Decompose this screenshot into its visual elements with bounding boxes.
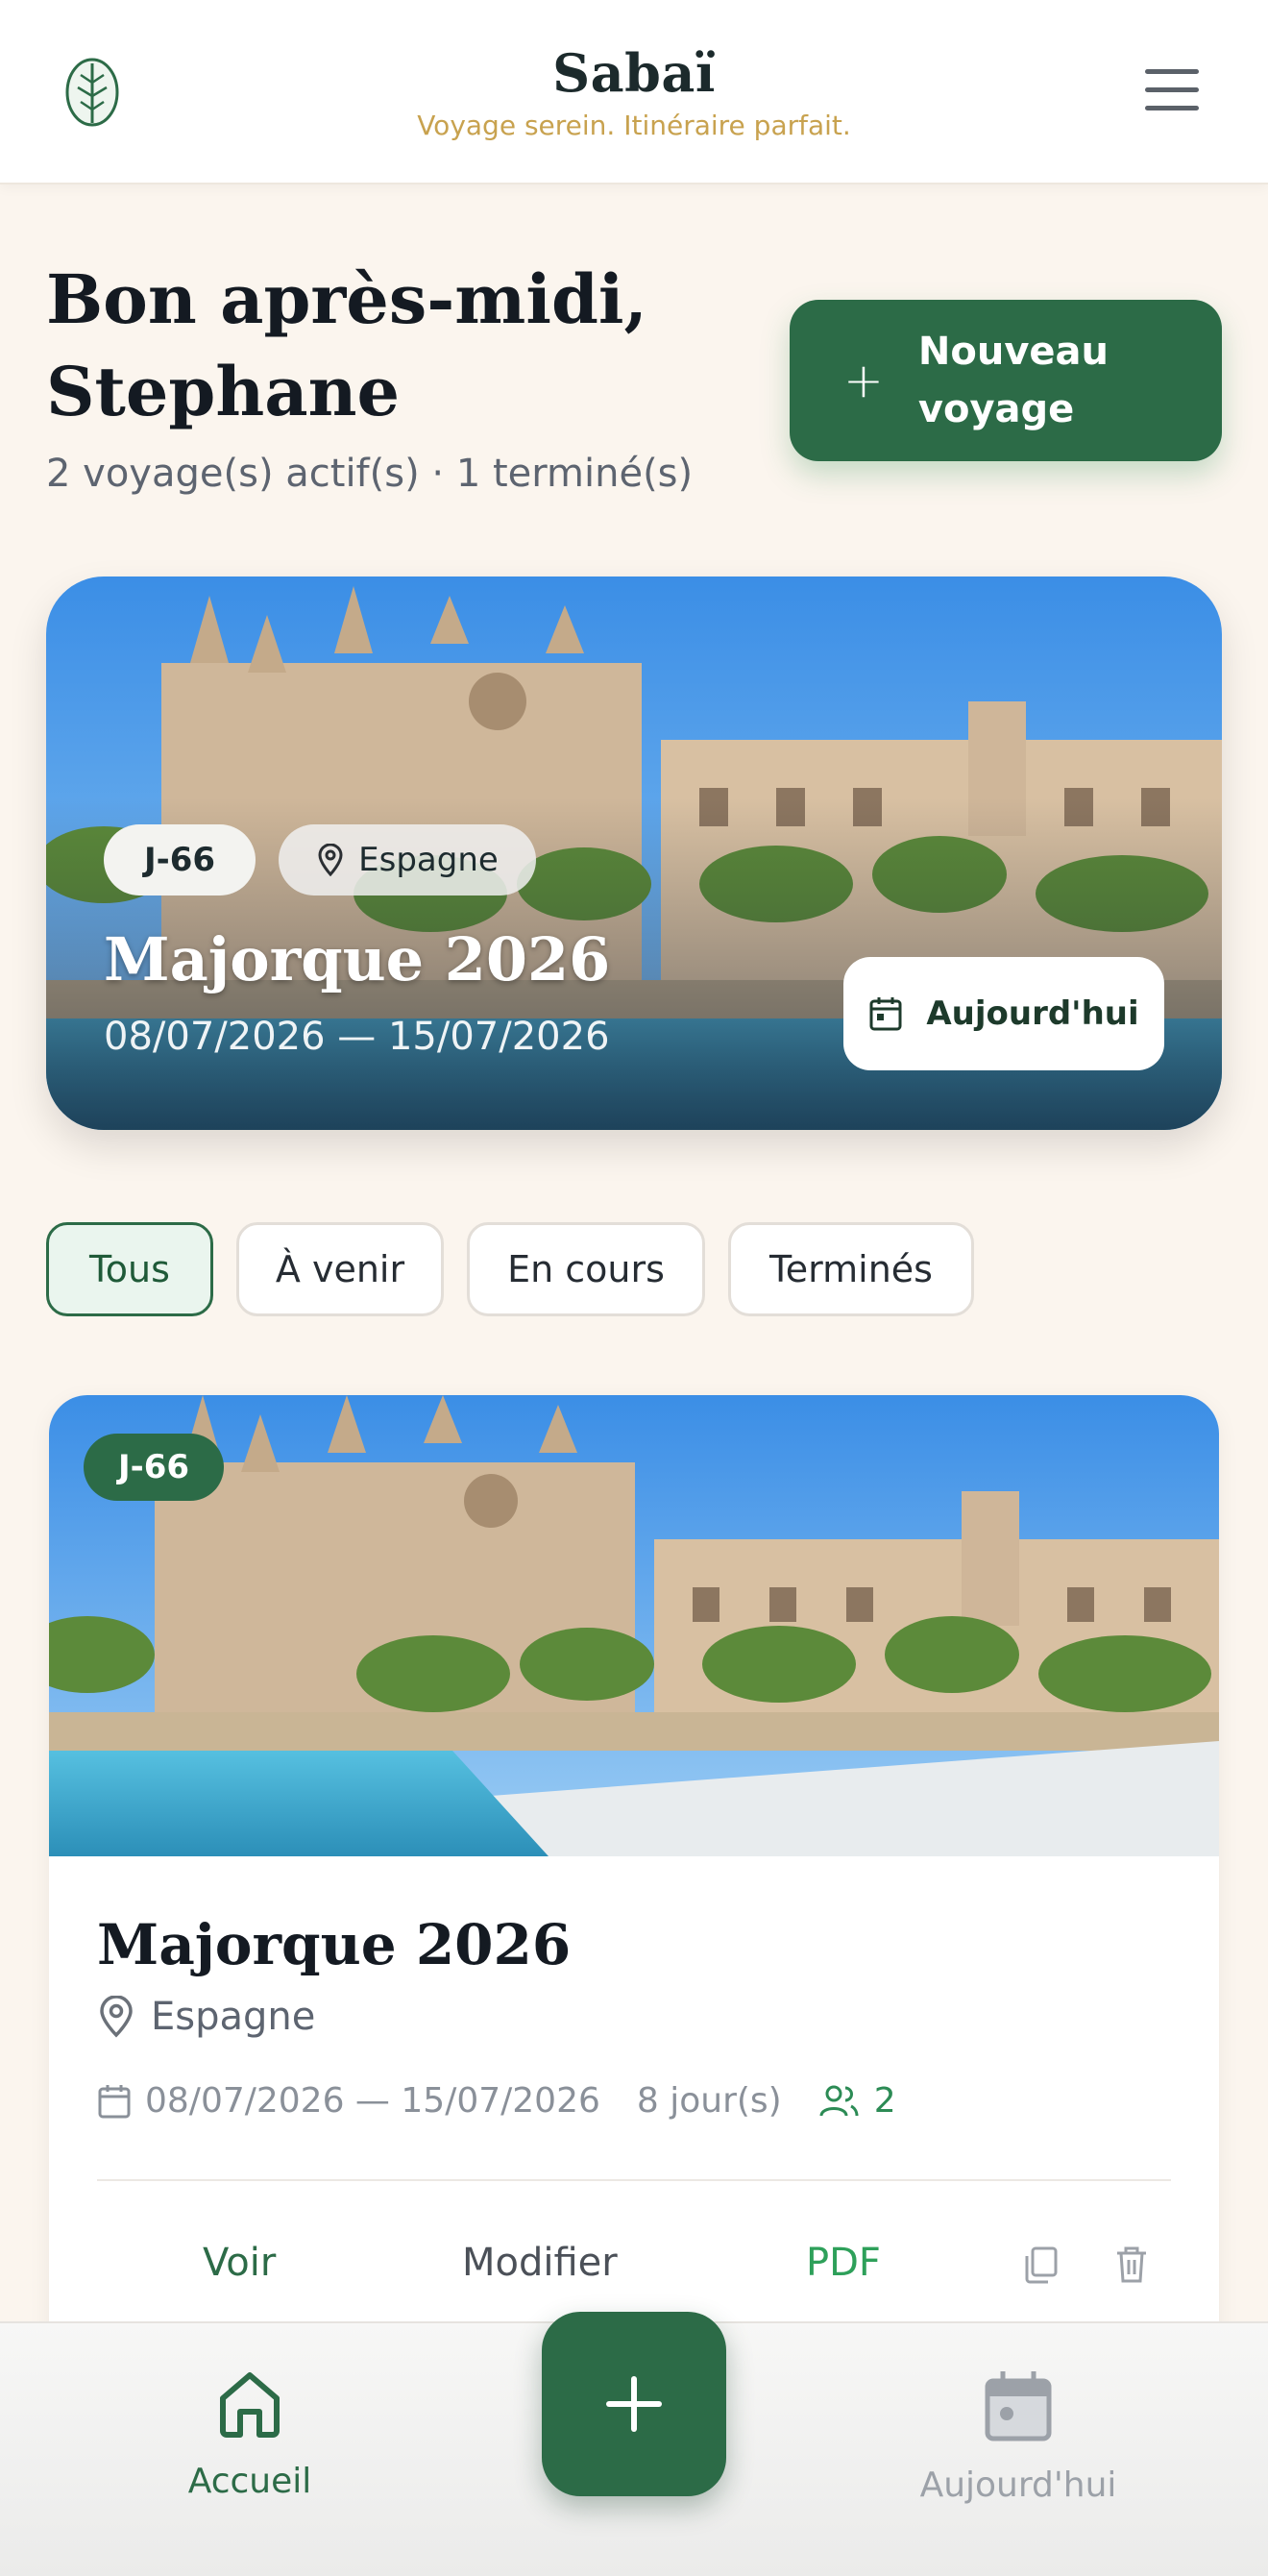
new-trip-button[interactable]: + Nouveau voyage — [790, 300, 1222, 461]
nav-home-label: Accueil — [187, 2462, 312, 2501]
nav-home[interactable]: Accueil — [134, 2369, 365, 2501]
users-icon — [819, 2085, 859, 2116]
brand: Sabaï Voyage serein. Itinéraire parfait. — [0, 42, 1268, 141]
trash-icon[interactable] — [1113, 2245, 1150, 2285]
map-pin-icon — [318, 844, 343, 876]
trip-countdown-badge: J-66 — [84, 1434, 224, 1501]
featured-trip-dates: 08/07/2026 — 15/07/2026 — [104, 1015, 610, 1059]
nav-today-label: Aujourd'hui — [919, 2466, 1117, 2505]
trip-summary: 2 voyage(s) actif(s) · 1 terminé(s) — [46, 452, 694, 496]
trip-actions: Voir Modifier PDF — [49, 2241, 1219, 2318]
filter-ongoing[interactable]: En cours — [467, 1222, 705, 1316]
trip-filters: Tous À venir En cours Terminés — [46, 1222, 997, 1316]
trip-title: Majorque 2026 — [97, 1912, 572, 1977]
hamburger-menu-icon[interactable] — [1145, 69, 1199, 115]
featured-trip-card[interactable]: J-66 Espagne Majorque 2026 08/07/2026 — … — [46, 577, 1222, 1130]
new-trip-label: Nouveau voyage — [917, 330, 1110, 431]
trip-card-image: J-66 — [49, 1395, 1219, 1856]
add-trip-fab[interactable] — [542, 2312, 726, 2496]
travelers-count: 2 — [873, 2081, 896, 2121]
view-button[interactable]: Voir — [203, 2241, 276, 2285]
filter-all[interactable]: Tous — [46, 1222, 213, 1316]
map-pin-icon — [100, 1996, 133, 2038]
trip-country-label: Espagne — [151, 1995, 316, 2039]
filter-upcoming[interactable]: À venir — [236, 1222, 444, 1316]
app-tagline: Voyage serein. Itinéraire parfait. — [417, 110, 851, 141]
nav-today[interactable]: Aujourd'hui — [903, 2369, 1134, 2505]
trip-photo — [49, 1395, 1219, 1856]
today-button-label: Aujourd'hui — [926, 994, 1139, 1033]
today-button[interactable]: Aujourd'hui — [843, 957, 1164, 1070]
trip-dates: 08/07/2026 — 15/07/2026 — [145, 2081, 600, 2121]
calendar-icon — [98, 2084, 131, 2118]
app-header: Sabaï Voyage serein. Itinéraire parfait. — [0, 0, 1268, 184]
trip-meta: 08/07/2026 — 15/07/2026 8 jour(s) 2 — [97, 2081, 896, 2121]
divider — [97, 2179, 1171, 2181]
plus-icon — [606, 2376, 662, 2432]
country-label: Espagne — [358, 841, 499, 879]
plus-icon: + — [843, 353, 884, 408]
trip-travelers: 2 — [818, 2081, 896, 2121]
trip-country: Espagne — [97, 1995, 315, 2039]
calendar-icon — [985, 2371, 1052, 2441]
featured-trip-title: Majorque 2026 — [104, 924, 611, 994]
filter-completed[interactable]: Terminés — [728, 1222, 974, 1316]
home-icon — [220, 2372, 280, 2438]
greeting: Bon après-midi, Stephane — [46, 254, 738, 438]
edit-button[interactable]: Modifier — [462, 2241, 618, 2285]
calendar-icon — [869, 997, 902, 1031]
pdf-button[interactable]: PDF — [806, 2241, 881, 2285]
country-badge: Espagne — [279, 824, 536, 895]
trip-duration: 8 jour(s) — [636, 2081, 782, 2121]
countdown-badge: J-66 — [104, 824, 256, 895]
copy-icon[interactable] — [1021, 2245, 1060, 2285]
app-title: Sabaï — [552, 42, 716, 104]
greeting-title: Bon après-midi, Stephane — [46, 259, 647, 431]
